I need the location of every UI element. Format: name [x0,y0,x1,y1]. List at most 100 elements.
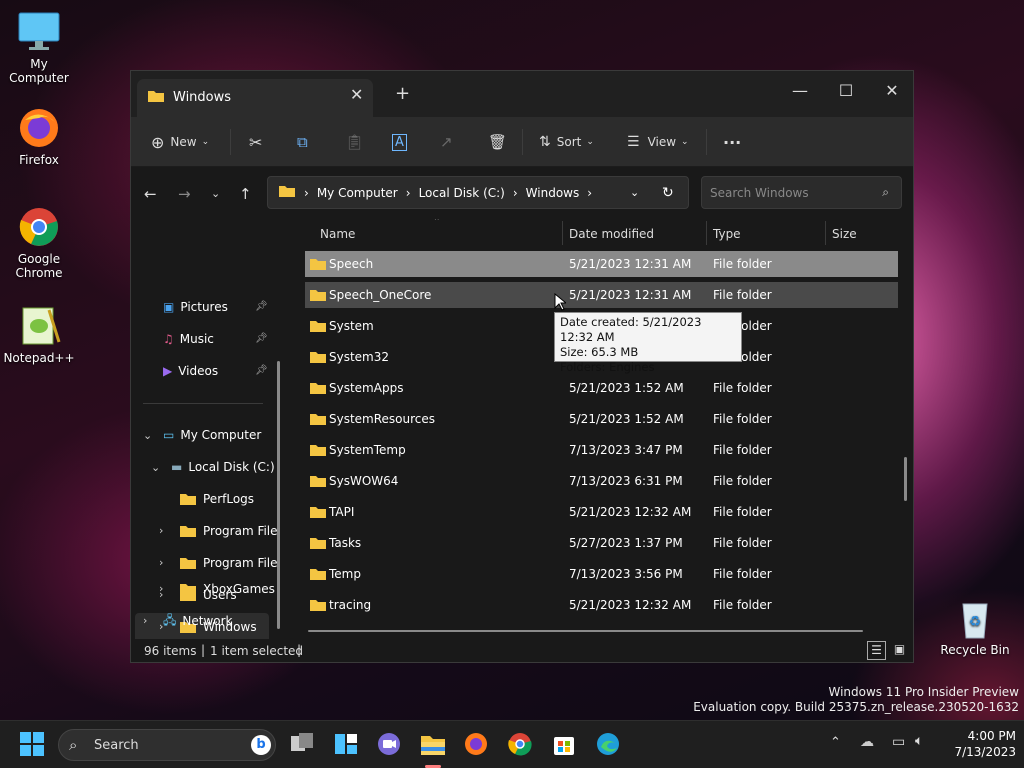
table-row[interactable]: tracing 5/21/2023 12:32 AM File folder [305,592,898,618]
navigation-pane-lower: › XboxGames › 🖧︎ Network [131,576,281,636]
breadcrumb-windows[interactable]: Windows [526,186,580,200]
collapse-chevron-icon[interactable]: ⌄ [143,429,152,442]
show-hidden-icons-button[interactable]: ⌃ [830,735,841,750]
task-view-button[interactable] [289,731,317,759]
nav-label: Network [182,614,233,628]
address-dropdown-icon[interactable]: ⌄ [630,186,639,199]
details-view-button[interactable]: ☰ [867,641,886,660]
row-type: File folder [713,443,772,457]
table-row[interactable]: Temp 7/13/2023 3:56 PM File folder [305,561,898,587]
nav-item-local-disk[interactable]: ▬ Local Disk (C:) [171,454,275,480]
desktop-icon-notepadpp[interactable]: Notepad++ [1,304,77,365]
nav-item-my-computer[interactable]: ▭ My Computer [163,422,261,448]
store-taskbar-button[interactable] [551,731,579,759]
expand-chevron-icon[interactable]: › [143,614,147,627]
nav-item-network[interactable]: 🖧︎ Network [163,608,233,634]
cut-button[interactable]: ✂ [249,129,262,155]
tiles-view-button[interactable]: ▣ [890,641,909,660]
view-icon: ☰ [627,134,640,150]
nav-item-pictures[interactable]: ▣ Pictures [163,294,228,320]
volume-icon[interactable]: 🔈︎ [915,733,923,749]
maximize-button[interactable]: ☐ [823,76,869,106]
horizontal-scrollbar[interactable] [308,630,863,632]
start-button[interactable] [19,731,47,759]
nav-scrollbar[interactable] [277,361,280,629]
view-button[interactable]: ☰ View ⌄ [627,129,689,155]
widgets-button[interactable] [333,731,361,759]
more-options-button[interactable]: ··· [723,129,741,155]
column-header-type[interactable]: Type [713,227,741,241]
nav-item-music[interactable]: ♫ Music [163,326,214,352]
table-row[interactable]: SystemTemp 7/13/2023 3:47 PM File folder [305,437,898,463]
address-bar[interactable]: › My Computer › Local Disk (C:) › Window… [267,176,689,209]
firefox-taskbar-button[interactable] [463,731,491,759]
nav-item-program-files-x86[interactable]: Program File [179,550,278,576]
new-button[interactable]: ⊕ New ⌄ [151,129,209,155]
up-button[interactable]: ↑ [239,185,252,203]
paste-button[interactable]: 📋︎ [345,129,364,155]
desktop-icon-firefox[interactable]: Firefox [1,106,77,167]
nav-label: PerfLogs [203,492,255,506]
table-row[interactable]: SystemResources 5/21/2023 1:52 AM File fol… [305,406,898,432]
expand-chevron-icon[interactable]: › [159,582,163,595]
breadcrumb-my-computer[interactable]: My Computer [317,186,398,200]
table-row[interactable]: Tasks 5/27/2023 1:37 PM File folder [305,530,898,556]
expand-chevron-icon[interactable]: › [159,556,163,569]
edge-icon [597,733,619,755]
chat-button[interactable] [376,731,404,759]
folder-icon [310,538,326,549]
refresh-icon[interactable]: ↻ [662,185,674,201]
videos-icon: ▶ [163,364,173,378]
copy-button[interactable]: ⧉ [297,129,308,155]
onedrive-icon[interactable]: ☁ [860,734,874,750]
minimize-button[interactable]: — [777,76,823,106]
table-row[interactable]: Speech 5/21/2023 12:31 AM File folder [305,251,898,277]
table-row[interactable]: TAPI 5/21/2023 12:32 AM File folder [305,499,898,525]
column-header-name[interactable]: Name [320,227,355,241]
back-button[interactable]: ← [144,185,157,203]
table-row[interactable]: Speech_OneCore 5/21/2023 12:31 AM File fol… [305,282,898,308]
desktop-icon-label: My Computer [9,57,69,85]
network-icon: 🖧︎ [163,612,177,627]
add-icon: ⊕ [151,132,165,152]
taskbar-search-box[interactable]: ⌕ Search b [58,729,276,761]
nav-item-xboxgames[interactable]: XboxGames [179,576,275,602]
breadcrumb-local-disk[interactable]: Local Disk (C:) [419,186,505,200]
rename-button[interactable]: A [392,129,407,155]
recent-locations-button[interactable]: ⌄ [211,187,220,200]
music-icon: ♫ [163,332,174,346]
table-row[interactable]: SysWOW64 7/13/2023 6:31 PM File folder [305,468,898,494]
close-window-button[interactable]: ✕ [869,76,915,106]
clock[interactable]: 4:00 PM 7/13/2023 [944,728,1016,760]
file-explorer-taskbar-button[interactable] [419,731,447,759]
sort-button[interactable]: ⇅ Sort ⌄ [539,129,594,155]
collapse-chevron-icon[interactable]: ⌄ [151,461,160,474]
folder-icon [310,352,326,363]
expand-chevron-icon[interactable]: › [159,524,163,537]
forward-button[interactable]: → [178,185,191,203]
more-icon: ··· [723,132,742,152]
vertical-scrollbar[interactable] [904,457,907,501]
row-name: System [329,319,374,333]
row-name: System32 [329,350,390,364]
new-tab-button[interactable]: + [395,83,410,104]
chrome-taskbar-button[interactable] [507,731,535,759]
share-button[interactable]: ↗ [440,129,453,155]
network-status-icon[interactable]: ▭ [892,734,905,750]
tab-windows[interactable]: Windows ✕ [137,79,373,117]
search-input[interactable]: Search Windows ⌕ [701,176,902,209]
desktop-icon-recycle-bin[interactable]: ♻ Recycle Bin [937,596,1013,657]
desktop-icon-chrome[interactable]: Google Chrome [1,205,77,280]
table-row[interactable]: SystemApps 5/21/2023 1:52 AM File folder [305,375,898,401]
column-separator [706,221,707,245]
delete-button[interactable]: 🗑︎ [488,129,507,155]
nav-item-perflogs[interactable]: PerfLogs [179,486,254,512]
close-tab-icon[interactable]: ✕ [350,85,363,104]
column-header-size[interactable]: Size [832,227,857,241]
edge-taskbar-button[interactable] [595,731,623,759]
nav-item-videos[interactable]: ▶ Videos [163,358,218,384]
column-header-date[interactable]: Date modified [569,227,654,241]
nav-item-program-files[interactable]: Program File [179,518,278,544]
desktop-icon-my-computer[interactable]: My Computer [1,10,77,85]
row-name: SystemApps [329,381,404,395]
